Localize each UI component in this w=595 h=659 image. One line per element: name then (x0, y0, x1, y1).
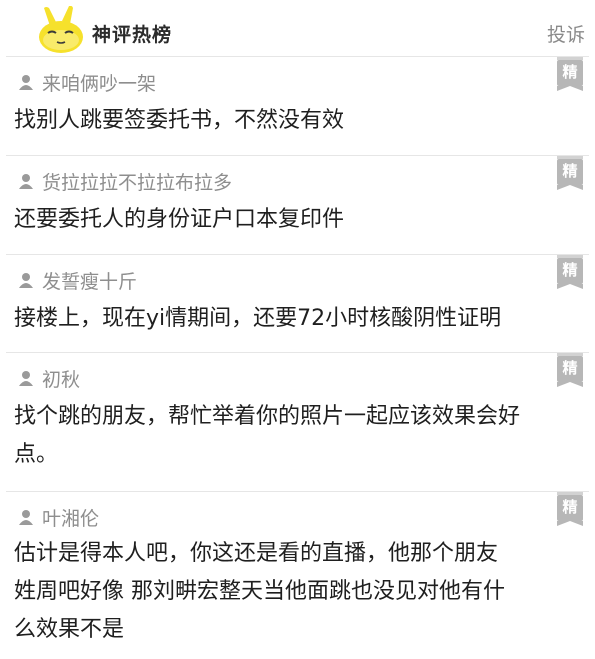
user-icon (19, 371, 33, 386)
comment-line: 找别人跳要签委托书，不然没有效 (14, 108, 345, 133)
divider (6, 352, 589, 353)
comment-user[interactable]: 初秋 (18, 366, 81, 391)
user-icon (19, 273, 33, 288)
comment-body: 找个跳的朋友，帮忙举着你的照片一起应该效果会好 点。 (14, 398, 582, 474)
comment-item: 精 叶湘伦 估计是得本人吧，你这还是看的直播，他那个朋友 姓周吧好像 那刘畊宏整… (0, 491, 595, 659)
comment-line: 姓周吧好像 那刘畊宏整天当他面跳也没见对他有什 (14, 579, 505, 604)
essence-badge: 精 (557, 255, 583, 289)
comment-item: 精 初秋 找个跳的朋友，帮忙举着你的照片一起应该效果会好 点。 (0, 352, 595, 492)
comment-user[interactable]: 货拉拉拉不拉拉布拉多 (18, 169, 233, 194)
comment-line: 估计是得本人吧，你这还是看的直播，他那个朋友 (14, 541, 499, 566)
divider (6, 155, 589, 156)
username: 初秋 (42, 368, 81, 391)
user-icon (19, 75, 33, 90)
hot-comments-page: 神评热榜 投诉 精 来咱俩吵一架 找别人跳要签委托书，不然没有效 精 货拉拉拉不… (0, 0, 595, 659)
report-button[interactable]: 投诉 (547, 20, 585, 47)
divider (6, 56, 589, 57)
divider (6, 491, 589, 492)
comment-line: 点。 (14, 442, 59, 467)
comment-body: 还要委托人的身份证户口本复印件 (14, 201, 582, 239)
essence-badge: 精 (557, 353, 583, 387)
comment-line: 接楼上，现在yi情期间，还要72小时核酸阴性证明 (14, 306, 502, 331)
comment-user[interactable]: 发誓瘦十斤 (18, 268, 138, 293)
comment-body: 估计是得本人吧，你这还是看的直播，他那个朋友 姓周吧好像 那刘畊宏整天当他面跳也… (14, 535, 582, 649)
comment-item: 精 货拉拉拉不拉拉布拉多 还要委托人的身份证户口本复印件 (0, 155, 595, 255)
comment-line: 找个跳的朋友，帮忙举着你的照片一起应该效果会好 (14, 404, 521, 429)
username: 来咱俩吵一架 (42, 72, 157, 95)
header: 神评热榜 投诉 (0, 0, 595, 62)
comment-line: 还要委托人的身份证户口本复印件 (14, 207, 345, 232)
essence-badge: 精 (557, 156, 583, 190)
username: 货拉拉拉不拉拉布拉多 (42, 171, 233, 194)
user-icon (19, 174, 33, 189)
divider (6, 254, 589, 255)
essence-badge: 精 (557, 57, 583, 91)
comment-body: 找别人跳要签委托书，不然没有效 (14, 102, 582, 140)
mascot-logo-icon (39, 6, 83, 53)
page-title: 神评热榜 (92, 24, 173, 46)
comment-user[interactable]: 叶湘伦 (18, 505, 100, 530)
username: 叶湘伦 (42, 507, 100, 530)
comment-item: 精 发誓瘦十斤 接楼上，现在yi情期间，还要72小时核酸阴性证明 (0, 254, 595, 354)
essence-badge: 精 (557, 492, 583, 526)
comment-item: 精 来咱俩吵一架 找别人跳要签委托书，不然没有效 (0, 56, 595, 156)
username: 发誓瘦十斤 (42, 270, 138, 293)
comment-user[interactable]: 来咱俩吵一架 (18, 70, 157, 95)
comment-line: 么效果不是 (14, 617, 125, 642)
user-icon (19, 510, 33, 525)
comment-body: 接楼上，现在yi情期间，还要72小时核酸阴性证明 (14, 300, 582, 338)
